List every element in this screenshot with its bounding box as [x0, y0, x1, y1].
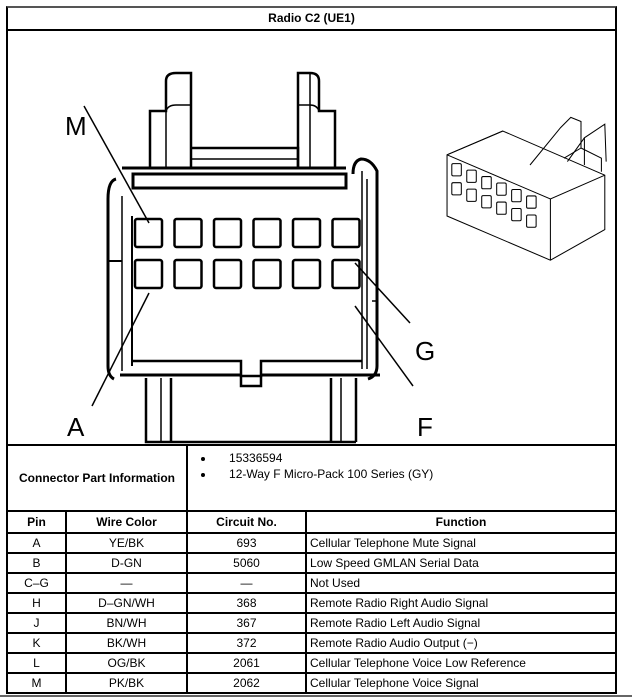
- iso-pin-cavity: [481, 195, 492, 209]
- cell-circuit: 5060: [186, 552, 308, 574]
- cell-pin: K: [8, 632, 67, 654]
- connector-part-info-list: 15336594 12-Way F Micro-Pack 100 Series …: [186, 446, 615, 512]
- bottom-divider: [0, 695, 632, 697]
- iso-pin-cavity: [496, 201, 507, 215]
- cell-function: Low Speed GMLAN Serial Data: [305, 552, 615, 574]
- iso-pin-cavity: [526, 195, 537, 209]
- cell-wire-color: YE/BK: [64, 532, 189, 554]
- cell-circuit: 693: [186, 532, 308, 554]
- cell-function: Not Used: [305, 572, 615, 594]
- cell-pin: B: [8, 552, 67, 574]
- connector-face-drawing: [83, 71, 607, 444]
- pin-cavity: [291, 217, 322, 249]
- table-row: M PK/BK 2062 Cellular Telephone Voice Si…: [8, 672, 615, 692]
- pin-label-m: M: [65, 111, 87, 141]
- iso-pin-cavity: [511, 188, 522, 203]
- cell-wire-color: BN/WH: [64, 612, 189, 634]
- pin-table: Connector Part Information 15336594 12-W…: [8, 446, 615, 692]
- pin-cavity: [212, 217, 243, 249]
- cell-function: Cellular Telephone Voice Low Reference: [305, 652, 615, 674]
- table-header-row: Pin Wire Color Circuit No. Function: [8, 510, 615, 534]
- table-row: J BN/WH 367 Remote Radio Left Audio Sign…: [8, 612, 615, 634]
- pin-cavity: [212, 258, 243, 290]
- pin-cavity: [173, 217, 203, 249]
- pin-cavity: [173, 258, 203, 290]
- cell-pin: A: [8, 532, 67, 554]
- cell-circuit: 372: [186, 632, 308, 654]
- iso-pin-cavity: [481, 176, 492, 190]
- header-function: Function: [305, 510, 615, 534]
- table-row: C–G — — Not Used: [8, 572, 615, 594]
- pin-cavity: [252, 217, 282, 249]
- pin-cavities: [133, 217, 361, 290]
- pin-label-g: G: [415, 336, 436, 366]
- header-circuit-no: Circuit No.: [186, 510, 308, 534]
- pin-cavity: [331, 217, 361, 249]
- cell-pin: J: [8, 612, 67, 634]
- top-latch-tabs: [148, 71, 337, 168]
- cell-wire-color: —: [64, 572, 189, 594]
- cell-circuit: —: [186, 572, 308, 594]
- pin-cavity: [291, 258, 322, 290]
- cell-function: Remote Radio Left Audio Signal: [305, 612, 615, 634]
- pin-cavity: [252, 258, 282, 290]
- connector-isometric-view: [446, 116, 607, 261]
- part-number: 15336594: [215, 450, 612, 466]
- pin-label-a: A: [67, 412, 85, 442]
- part-description: 12-Way F Micro-Pack 100 Series (GY): [215, 466, 612, 482]
- iso-pin-cavity: [511, 208, 522, 222]
- connector-part-info-row: Connector Part Information 15336594 12-W…: [8, 446, 615, 512]
- cell-function: Cellular Telephone Mute Signal: [305, 532, 615, 554]
- table-row: A YE/BK 693 Cellular Telephone Mute Sign…: [8, 532, 615, 554]
- table-row: L OG/BK 2061 Cellular Telephone Voice Lo…: [8, 652, 615, 674]
- iso-pin-cavity: [466, 169, 477, 183]
- cell-circuit: 2061: [186, 652, 308, 674]
- table-row: H D–GN/WH 368 Remote Radio Right Audio S…: [8, 592, 615, 614]
- iso-pin-cavity: [526, 214, 537, 228]
- header-wire-color: Wire Color: [64, 510, 189, 534]
- cell-circuit: 367: [186, 612, 308, 634]
- iso-pin-cavity: [451, 182, 462, 196]
- cell-wire-color: BK/WH: [64, 632, 189, 654]
- cell-wire-color: D-GN: [64, 552, 189, 574]
- connector-part-info-label: Connector Part Information: [8, 446, 189, 512]
- cell-function: Cellular Telephone Voice Signal: [305, 672, 615, 692]
- cell-wire-color: D–GN/WH: [64, 592, 189, 614]
- pin-cavity: [133, 258, 164, 290]
- connector-body: [106, 157, 380, 444]
- connector-diagram: M A G F: [8, 31, 615, 446]
- cell-wire-color: OG/BK: [64, 652, 189, 674]
- pin-label-f: F: [417, 412, 433, 442]
- iso-pin-cavity: [451, 163, 462, 177]
- iso-pin-cavity: [496, 182, 507, 196]
- table-row: B D-GN 5060 Low Speed GMLAN Serial Data: [8, 552, 615, 574]
- cell-pin: H: [8, 592, 67, 614]
- cell-pin: C–G: [8, 572, 67, 594]
- cell-pin: L: [8, 652, 67, 674]
- cell-circuit: 2062: [186, 672, 308, 692]
- cell-wire-color: PK/BK: [64, 672, 189, 692]
- leader-line-g: [354, 262, 411, 324]
- cell-function: Remote Radio Audio Output (−): [305, 632, 615, 654]
- leader-line-m: [83, 105, 150, 224]
- connector-sheet: Radio C2 (UE1) M A G F Connector Part In…: [6, 6, 617, 694]
- cell-pin: M: [8, 672, 67, 692]
- cell-function: Remote Radio Right Audio Signal: [305, 592, 615, 614]
- cell-circuit: 368: [186, 592, 308, 614]
- leader-line-a: [91, 292, 150, 407]
- page-title: Radio C2 (UE1): [8, 8, 615, 31]
- table-row: K BK/WH 372 Remote Radio Audio Output (−…: [8, 632, 615, 654]
- header-pin: Pin: [8, 510, 67, 534]
- iso-pin-cavity: [466, 188, 477, 202]
